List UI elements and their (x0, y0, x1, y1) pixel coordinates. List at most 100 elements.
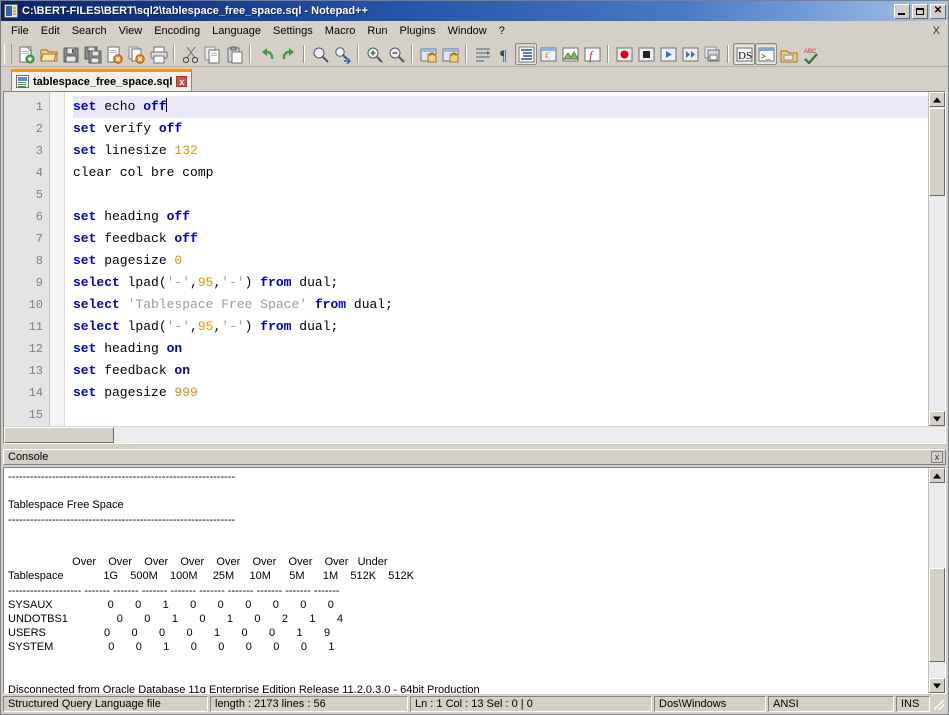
console-close-icon[interactable]: x (931, 451, 943, 463)
resize-grip[interactable] (932, 696, 946, 712)
svg-text:>_: >_ (761, 53, 771, 62)
menu-search[interactable]: Search (66, 23, 113, 39)
zoom-in-icon[interactable] (363, 43, 385, 65)
code-token: feedback (96, 363, 174, 378)
code-line: set pagesize 999 (73, 382, 945, 404)
console-header: Console x (3, 449, 946, 465)
code-token: dual; (292, 319, 339, 334)
editor-horizontal-scrollbar[interactable] (4, 426, 945, 443)
sync-vertical-scroll-icon[interactable] (417, 43, 439, 65)
tab-tablespace-free-space-sql[interactable]: tablespace_free_space.sql x (11, 69, 192, 91)
undo-icon[interactable] (255, 43, 277, 65)
spell-check-icon[interactable]: ABC (799, 43, 821, 65)
toolbar-grip[interactable] (4, 44, 12, 64)
code-text-area[interactable]: set echo offset verify offset linesize 1… (65, 92, 945, 426)
zoom-out-icon[interactable] (385, 43, 407, 65)
save-all-icon[interactable] (81, 43, 103, 65)
tab-close-icon[interactable]: x (176, 76, 187, 87)
maximize-button[interactable] (912, 4, 928, 19)
code-token: from (260, 275, 291, 290)
svg-text:ABC: ABC (804, 49, 817, 55)
scroll-up-button[interactable] (929, 92, 945, 107)
fold-margin[interactable] (50, 92, 65, 426)
code-token: set (73, 143, 96, 158)
cut-icon[interactable] (179, 43, 201, 65)
sql-file-icon (16, 75, 29, 88)
menu-run[interactable]: Run (361, 23, 393, 39)
code-line (73, 404, 945, 426)
tab-label: tablespace_free_space.sql (33, 76, 172, 88)
editor-scroll-thumb[interactable] (929, 108, 945, 196)
scroll-down-button[interactable] (929, 411, 945, 426)
menu-window[interactable]: Window (442, 23, 493, 39)
code-token: clear col bre comp (73, 165, 213, 180)
explorer-icon[interactable] (777, 43, 799, 65)
minimize-button[interactable] (894, 4, 910, 19)
redo-icon[interactable] (277, 43, 299, 65)
run-macro-multiple-icon[interactable] (679, 43, 701, 65)
window-controls: ✕ (894, 4, 946, 19)
run-ds-icon[interactable]: DS (733, 43, 755, 65)
line-number: 5 (4, 184, 43, 206)
code-token: select (73, 297, 120, 312)
menu-plugins[interactable]: Plugins (394, 23, 442, 39)
svg-text:¶: ¶ (500, 48, 507, 64)
save-icon[interactable] (59, 43, 81, 65)
menu-encoding[interactable]: Encoding (148, 23, 206, 39)
line-number: 11 (4, 316, 43, 338)
paste-icon[interactable] (223, 43, 245, 65)
new-file-icon[interactable] (15, 43, 37, 65)
replace-icon[interactable] (331, 43, 353, 65)
menu-help[interactable]: ? (493, 23, 511, 39)
menu-macro[interactable]: Macro (319, 23, 362, 39)
menu-settings[interactable]: Settings (267, 23, 319, 39)
copy-icon[interactable] (201, 43, 223, 65)
console-scroll-down-button[interactable] (929, 678, 945, 693)
console-scroll-up-button[interactable] (929, 468, 945, 483)
save-macro-icon[interactable] (701, 43, 723, 65)
code-token: '-' (167, 319, 190, 334)
menu-view[interactable]: View (113, 23, 149, 39)
word-wrap-icon[interactable] (471, 43, 493, 65)
svg-text:€: € (545, 51, 550, 62)
editor-hscroll-thumb[interactable] (4, 427, 114, 443)
status-insert-mode: INS (896, 696, 930, 712)
code-token: from (260, 319, 291, 334)
close-all-files-icon[interactable] (125, 43, 147, 65)
open-file-icon[interactable] (37, 43, 59, 65)
line-number: 7 (4, 228, 43, 250)
close-document-button[interactable]: X (929, 23, 948, 39)
show-all-characters-icon[interactable]: ¶ (493, 43, 515, 65)
status-bar: Structured Query Language file length : … (1, 694, 948, 714)
find-icon[interactable] (309, 43, 331, 65)
stop-recording-icon[interactable] (635, 43, 657, 65)
code-line: set echo off (73, 96, 945, 118)
code-line: select lpad('-',95,'-') from dual; (73, 272, 945, 294)
close-button[interactable]: ✕ (930, 4, 946, 19)
window-title: C:\BERT-FILES\BERT\sql2\tablespace_free_… (22, 5, 894, 17)
editor-vertical-scrollbar[interactable] (928, 92, 945, 426)
record-macro-icon[interactable] (613, 43, 635, 65)
menu-file[interactable]: File (5, 23, 35, 39)
menu-language[interactable]: Language (206, 23, 267, 39)
close-file-icon[interactable] (103, 43, 125, 65)
console-scroll-thumb[interactable] (929, 568, 945, 662)
toolbar-separator (411, 45, 413, 63)
menu-edit[interactable]: Edit (35, 23, 66, 39)
print-icon[interactable] (147, 43, 169, 65)
code-token: '-' (167, 275, 190, 290)
code-token: 95 (198, 319, 214, 334)
code-token (307, 297, 315, 312)
indent-guide-icon[interactable] (515, 43, 537, 65)
toolbar: ¶ € f (1, 41, 948, 67)
document-map-icon[interactable] (559, 43, 581, 65)
play-macro-icon[interactable] (657, 43, 679, 65)
toolbar-separator (357, 45, 359, 63)
console-vertical-scrollbar[interactable] (928, 468, 945, 693)
sync-horizontal-scroll-icon[interactable] (439, 43, 461, 65)
code-token: '-' (221, 275, 244, 290)
console-icon[interactable]: >_ (755, 43, 777, 65)
user-defined-language-icon[interactable]: € (537, 43, 559, 65)
function-list-icon[interactable]: f (581, 43, 603, 65)
console-body[interactable]: ----------------------------------------… (3, 467, 946, 694)
